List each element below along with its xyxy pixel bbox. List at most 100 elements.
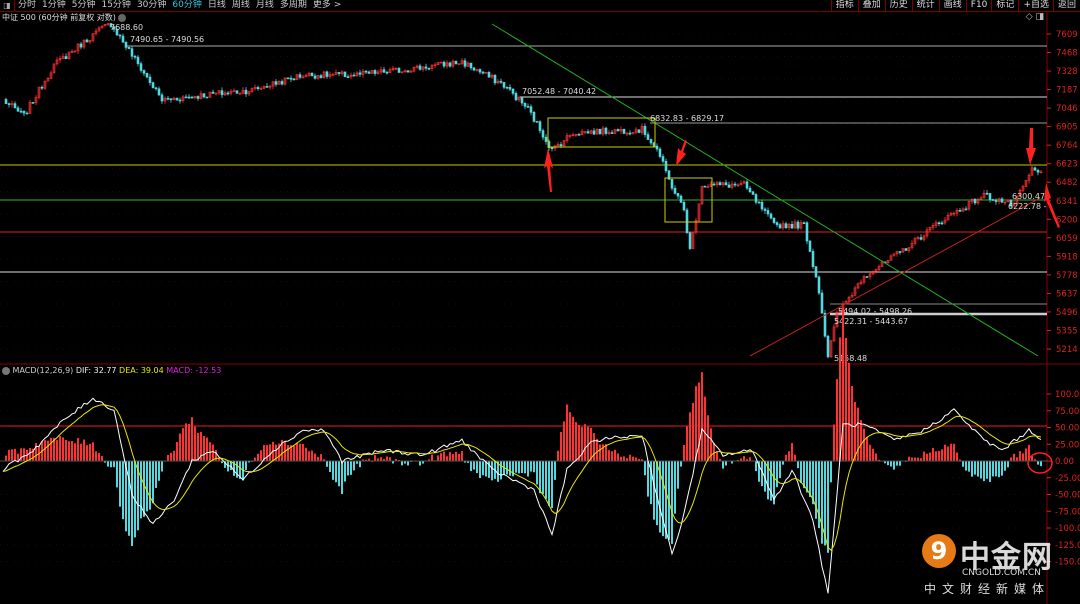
candle	[463, 60, 467, 67]
period-tab[interactable]: 月线	[256, 0, 274, 11]
candle	[142, 70, 146, 74]
tool-button[interactable]: +自选	[1018, 0, 1053, 11]
candle	[637, 129, 641, 133]
candle	[541, 130, 545, 138]
watermark-logo: 9	[922, 534, 956, 568]
candle	[508, 86, 512, 90]
candle	[550, 147, 554, 150]
candle	[817, 276, 821, 294]
period-tab[interactable]: 60分钟	[172, 0, 201, 11]
candle	[151, 82, 155, 89]
candle	[235, 90, 239, 94]
candle	[31, 102, 35, 104]
price-annotation: 7688.60	[110, 23, 143, 32]
candle	[529, 106, 533, 113]
price-annotation: 6222.78 -	[1008, 202, 1047, 211]
price-tick-label: 6341	[1056, 197, 1078, 207]
candle	[754, 194, 758, 203]
candle	[805, 222, 809, 242]
candle	[592, 130, 596, 135]
tool-button[interactable]: 历史	[884, 0, 912, 11]
candle	[520, 97, 524, 104]
candle	[13, 103, 17, 109]
candle	[703, 185, 707, 188]
candle	[220, 90, 224, 96]
candle	[364, 70, 368, 73]
candle	[766, 210, 770, 215]
candle	[748, 187, 752, 193]
dropdown-icon[interactable]	[2, 366, 10, 375]
candle	[991, 199, 995, 201]
dropdown-icon[interactable]	[117, 13, 126, 22]
diamond-icon[interactable]: ◇	[1026, 12, 1033, 22]
macd-label: MACD(12,26,9)	[12, 366, 74, 375]
price-tick-label: 7609	[1056, 30, 1078, 40]
candle	[763, 208, 767, 211]
candle	[4, 99, 8, 104]
candle	[628, 132, 632, 135]
candle	[397, 67, 401, 73]
candle	[919, 237, 923, 240]
candle	[802, 222, 806, 224]
period-tabs: 分时 1分钟 5分钟 15分钟 30分钟 60分钟 日线 周线 月线 多周期 更多 >	[18, 0, 341, 11]
price-tick-label: 7187	[1056, 86, 1078, 96]
candle	[760, 201, 764, 210]
candle	[937, 222, 941, 224]
macd-tick-label: -75.00	[1055, 507, 1080, 517]
period-tab[interactable]: 30分钟	[137, 0, 166, 11]
candle	[343, 71, 347, 77]
candle	[646, 134, 650, 140]
period-tab[interactable]: 更多 >	[313, 0, 341, 11]
candle	[712, 183, 716, 186]
panel-icon[interactable]: ◨	[1035, 12, 1044, 22]
macd-header: MACD(12,26,9) DIF: 32.77 DEA: 39.04 MACD…	[2, 366, 221, 375]
arrow-down-icon	[1026, 128, 1036, 165]
candle	[505, 86, 509, 89]
candle	[973, 198, 977, 204]
dif-line	[2, 397, 1042, 594]
candle	[604, 127, 608, 134]
price-tick-label: 5778	[1056, 271, 1078, 281]
candle	[310, 72, 314, 77]
candle	[622, 128, 626, 134]
macd-tick-label: -125.0	[1055, 541, 1080, 551]
tool-button[interactable]: 返回	[1052, 0, 1080, 11]
candle	[184, 96, 188, 99]
candle	[169, 98, 173, 101]
candle	[25, 112, 29, 115]
tool-button[interactable]: 画线	[938, 0, 966, 11]
period-tab[interactable]: 分时	[18, 0, 36, 11]
period-tab[interactable]: 多周期	[280, 0, 307, 11]
candle	[1036, 170, 1040, 173]
candle	[139, 63, 143, 71]
chart-canvas[interactable]: 7688.60 7490.65 - 7490.56 7052.48 - 7040.4…	[0, 0, 1080, 604]
period-tab[interactable]: 5分钟	[72, 0, 96, 11]
candle	[487, 72, 491, 78]
candle	[502, 82, 506, 88]
tool-button[interactable]: 统计	[911, 0, 939, 11]
candle	[205, 96, 209, 99]
candle	[64, 56, 68, 59]
tool-button[interactable]: 标记	[991, 0, 1018, 11]
period-tab[interactable]: 1分钟	[42, 0, 66, 11]
tool-button[interactable]: F10	[965, 0, 992, 11]
candle	[154, 87, 158, 90]
dea-value: DEA: 39.04	[119, 366, 164, 375]
candle	[1000, 198, 1004, 203]
candle	[1033, 167, 1037, 171]
candle	[643, 125, 647, 135]
candle	[40, 86, 44, 89]
candle	[994, 199, 998, 202]
price-annotation: 7490.65 - 7490.56	[130, 35, 204, 44]
period-tab[interactable]: 15分钟	[101, 0, 130, 11]
tool-button[interactable]: 指标	[830, 0, 858, 11]
panel-toggle-icon[interactable]: ◨	[0, 0, 15, 11]
candle	[511, 88, 515, 94]
period-tab[interactable]: 周线	[232, 0, 250, 11]
candle	[178, 99, 182, 102]
candle	[814, 266, 818, 278]
period-tab[interactable]: 日线	[208, 0, 226, 11]
candle	[775, 222, 779, 225]
price-tick-label: 7328	[1056, 67, 1078, 77]
tool-button[interactable]: 叠加	[857, 0, 885, 11]
